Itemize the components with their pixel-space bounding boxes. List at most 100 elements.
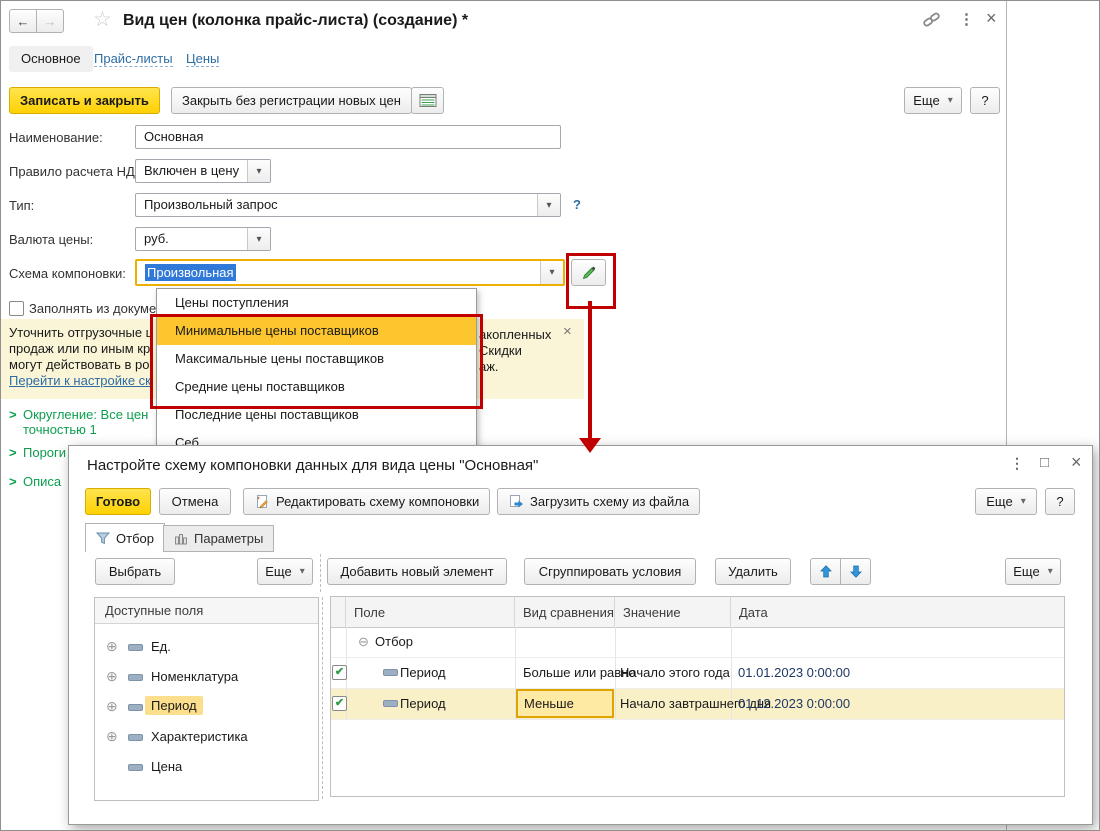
tree-item-nomenclature[interactable]: ⊕ Номенклатура	[95, 662, 318, 692]
expand-icon[interactable]: ⊕	[106, 639, 118, 653]
load-scheme-button[interactable]: Загрузить схему из файла	[497, 488, 700, 515]
type-select[interactable]: Произвольный запрос ▾	[135, 193, 561, 217]
notification-link[interactable]: Перейти к настройке ск	[9, 373, 151, 388]
fill-from-documents-label: Заполнять из докуме	[29, 301, 156, 316]
field-icon	[383, 669, 398, 676]
help-label: ?	[981, 93, 988, 108]
more-button-dialog[interactable]: Еще ▾	[975, 488, 1037, 515]
name-input[interactable]: Основная	[135, 125, 561, 149]
kebab-menu-icon[interactable]: ⋮	[959, 10, 975, 28]
table-row-selected[interactable]: ✔ Период Меньше Начало завтрашнего дня 0…	[331, 688, 1064, 719]
maximize-icon[interactable]: □	[1040, 454, 1049, 471]
done-button[interactable]: Готово	[85, 488, 151, 515]
currency-value: руб.	[136, 228, 247, 250]
type-field-label: Тип:	[9, 198, 34, 213]
dropdown-item[interactable]: Цены поступления	[157, 289, 476, 317]
close-icon[interactable]: ×	[986, 8, 997, 29]
notification-close-icon[interactable]: ×	[563, 323, 572, 340]
close-without-registration-button[interactable]: Закрыть без регистрации новых цен	[171, 87, 412, 114]
add-element-button[interactable]: Добавить новый элемент	[327, 558, 507, 585]
scheme-label: Схема компоновки:	[9, 266, 126, 281]
notification-line: Уточнить отгрузочные ц	[9, 325, 153, 340]
scheme-select[interactable]: Произвольная ▾	[135, 259, 565, 286]
back-button[interactable]: ←	[9, 9, 37, 33]
vat-rule-value: Включен в цену	[136, 160, 247, 182]
row-divider	[331, 719, 1064, 720]
expand-icon[interactable]: ⊕	[106, 699, 118, 713]
description-link[interactable]: Описа	[23, 474, 61, 489]
save-close-button[interactable]: Записать и закрыть	[9, 87, 160, 114]
column-header-value[interactable]: Значение	[615, 597, 731, 627]
scheme-dropdown-arrow-icon[interactable]: ▾	[540, 261, 563, 284]
cancel-button[interactable]: Отмена	[159, 488, 231, 515]
tab-parameters[interactable]: Параметры	[163, 525, 274, 552]
row-checkbox[interactable]: ✔	[332, 665, 347, 680]
more-button-fields[interactable]: Еще ▾	[257, 558, 313, 585]
tab-prices-label: Цены	[186, 51, 219, 67]
filter-conditions-table: Поле Вид сравнения Значение Дата ⊖ Отбор…	[330, 596, 1065, 797]
collapse-icon[interactable]: ⊖	[358, 634, 369, 650]
field-icon	[128, 734, 143, 741]
tree-item-period[interactable]: ⊕ Период	[95, 692, 318, 722]
move-up-button[interactable]	[810, 558, 841, 585]
chevron-right-icon: >	[9, 474, 17, 489]
tab-filter[interactable]: Отбор	[85, 523, 165, 552]
expand-icon[interactable]: ⊕	[106, 729, 118, 743]
more-label: Еще	[986, 494, 1012, 509]
column-header-date[interactable]: Дата	[731, 597, 1064, 627]
column-header-comparison[interactable]: Вид сравнения	[515, 597, 615, 627]
rounding-link-line2[interactable]: точностью 1	[23, 422, 97, 437]
cell-comparison-editing[interactable]: Меньше	[516, 689, 614, 718]
type-help-icon[interactable]: ?	[573, 197, 581, 212]
column-header-select[interactable]	[331, 597, 346, 627]
tab-parameters-label: Параметры	[194, 531, 263, 546]
tab-price-lists[interactable]: Прайс-листы	[94, 51, 173, 66]
tab-prices[interactable]: Цены	[186, 51, 219, 66]
link-icon[interactable]	[923, 12, 940, 27]
select-field-button[interactable]: Выбрать	[95, 558, 175, 585]
kebab-menu-icon[interactable]: ⋮	[1010, 455, 1024, 472]
delete-button[interactable]: Удалить	[715, 558, 791, 585]
chevron-down-icon: ▾	[1048, 566, 1053, 577]
field-icon	[128, 764, 143, 771]
help-label: ?	[1056, 494, 1063, 509]
select-label: Выбрать	[109, 564, 161, 579]
cell-comparison-text: Меньше	[524, 696, 574, 711]
expand-icon[interactable]: ⊕	[106, 669, 118, 683]
help-button-main[interactable]: ?	[970, 87, 1000, 114]
currency-label: Валюта цены:	[9, 232, 93, 247]
type-dropdown-arrow-icon[interactable]: ▾	[537, 194, 560, 216]
table-view-button[interactable]	[411, 87, 444, 114]
group-row-label: Отбор	[375, 634, 413, 649]
group-conditions-button[interactable]: Сгруппировать условия	[524, 558, 696, 585]
favorite-star-icon[interactable]: ☆	[93, 7, 112, 32]
currency-select[interactable]: руб. ▾	[135, 227, 271, 251]
row-checkbox[interactable]: ✔	[332, 696, 347, 711]
cell-comparison: Больше или равно	[523, 665, 636, 680]
table-row[interactable]: ✔ Период Больше или равно Начало этого г…	[331, 657, 1064, 688]
help-button-dialog[interactable]: ?	[1045, 488, 1075, 515]
tree-item-ed[interactable]: ⊕ Ед.	[95, 632, 318, 662]
tree-item-label: Ед.	[151, 639, 171, 654]
move-down-button[interactable]	[840, 558, 871, 585]
tree-item-price[interactable]: Цена	[95, 752, 318, 782]
vat-rule-select[interactable]: Включен в цену ▾	[135, 159, 271, 183]
dcs-setup-dialog: Настройте схему компоновки данных для ви…	[68, 445, 1093, 825]
close-icon[interactable]: ×	[1071, 452, 1082, 473]
scheme-value-wrap: Произвольная	[137, 261, 540, 284]
currency-dropdown-arrow-icon[interactable]: ▾	[247, 228, 270, 250]
table-view-icon	[419, 93, 437, 108]
fill-from-documents-checkbox[interactable]	[9, 301, 24, 316]
thresholds-link[interactable]: Пороги	[23, 445, 66, 460]
column-header-field[interactable]: Поле	[346, 597, 515, 627]
more-button-main[interactable]: Еще ▾	[904, 87, 962, 114]
edit-scheme-button[interactable]: Редактировать схему компоновки	[243, 488, 490, 515]
tab-main[interactable]: Основное	[9, 46, 93, 72]
vat-dropdown-arrow-icon[interactable]: ▾	[247, 160, 270, 182]
tree-item-characteristic[interactable]: ⊕ Характеристика	[95, 722, 318, 752]
table-group-row[interactable]: ⊖ Отбор	[331, 627, 1064, 657]
rounding-link[interactable]: Округление: Все цен	[23, 407, 148, 422]
forward-button[interactable]: →	[36, 9, 64, 33]
notification-line: акопленных	[479, 327, 551, 342]
more-button-conditions[interactable]: Еще ▾	[1005, 558, 1061, 585]
